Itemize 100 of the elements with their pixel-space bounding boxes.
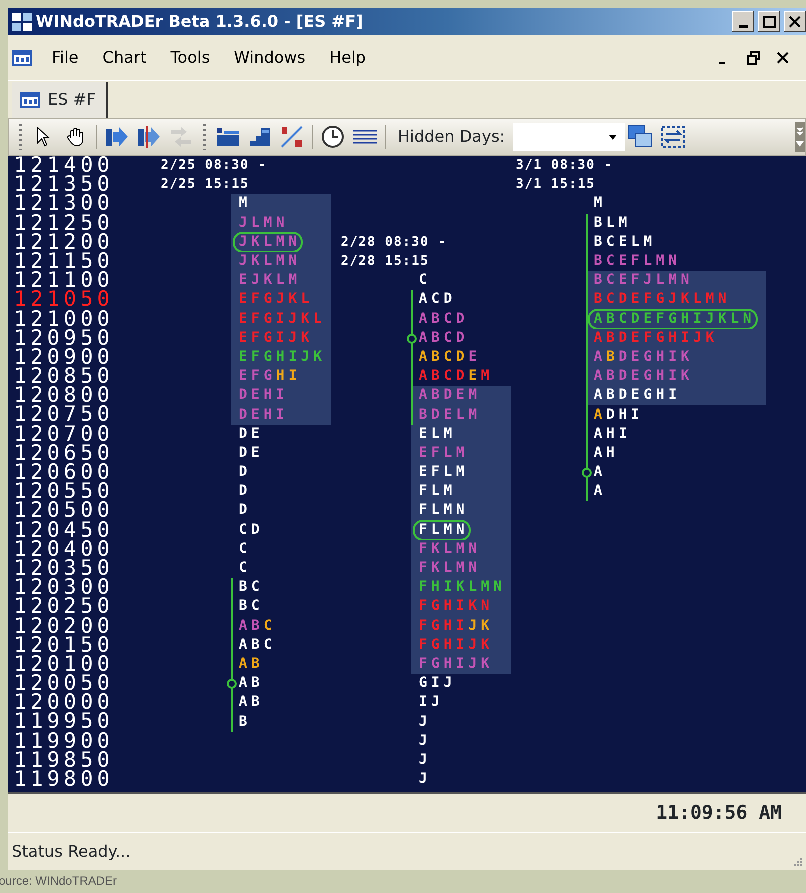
pointer-icon	[37, 127, 51, 147]
tpo-letters: ABCD	[419, 330, 469, 347]
tpo-letters: D	[239, 502, 252, 520]
price-label: 120750	[13, 405, 115, 425]
tpo-letters: IJ	[419, 694, 444, 712]
price-label: 120100	[13, 654, 115, 674]
steps-icon	[248, 127, 272, 147]
price-label: 120200	[13, 616, 115, 636]
menu-item[interactable]: Windows	[222, 46, 318, 70]
tpo-letters: FKLMN	[419, 540, 482, 558]
price-label: 120150	[13, 636, 115, 655]
tpo-letters: EFGIJKL	[239, 310, 326, 328]
price-label: 121350	[13, 175, 115, 194]
price-label: 120400	[13, 540, 115, 559]
session-time: 2/25 08:30 -	[160, 157, 268, 175]
price-label: 120650	[13, 444, 115, 463]
app-icon	[12, 12, 32, 30]
tpo-letters: FGHIJK	[419, 636, 494, 654]
menu-item[interactable]: File	[40, 46, 91, 70]
tpo-letters: AB	[239, 675, 264, 692]
tpo-letters: EFGHIJK	[239, 348, 326, 366]
resize-grip-icon[interactable]	[792, 856, 802, 866]
tpo-letters: A	[594, 464, 606, 482]
tpo-letters: AB C	[239, 618, 276, 635]
lines-icon	[352, 129, 378, 145]
tpo-letters: BCDEFGJKLMN	[594, 291, 731, 308]
session-time: 2/25 15:15	[160, 176, 250, 194]
tpo-letters: FGHIJK	[419, 656, 494, 673]
menu-item[interactable]: Help	[318, 46, 378, 70]
tpo-letters: EFLM	[419, 464, 469, 482]
overflow-icon[interactable]	[795, 122, 805, 152]
tpo-letters: J	[419, 732, 432, 750]
tpo-letters: C	[239, 540, 252, 558]
tpo-letters: EJKLM	[239, 272, 302, 290]
price-label: 121050	[13, 290, 115, 310]
price-label: 120000	[13, 693, 115, 712]
session-time: 3/1 08:30 -	[515, 157, 614, 175]
window-title: WINdoTRADEr Beta 1.3.6.0 - [ES #F]	[36, 10, 364, 32]
tpo-letters: EFGIJK	[239, 330, 314, 347]
session-time: 2/28 15:15	[340, 252, 430, 271]
tpo-letters: FLM	[419, 483, 456, 500]
tpo-letters: FGHIKN	[419, 598, 494, 616]
session-time: 2/28 08:30 -	[340, 234, 448, 252]
bar-arrow-icon	[105, 126, 129, 148]
tpo-letters: BC	[239, 598, 264, 616]
price-label: 120300	[13, 578, 115, 598]
price-label: 121150	[13, 252, 115, 272]
tpo-letters: FGHI JK	[419, 618, 494, 635]
tpo-letters: FHIKLMN	[419, 579, 506, 596]
tpo-letters: ELM	[419, 426, 456, 443]
price-label: 119800	[13, 770, 115, 790]
tpo-letters: B	[239, 714, 252, 731]
tpo-letters: FKLMN	[419, 560, 482, 578]
price-label: 120600	[13, 463, 115, 482]
tpo-letters: BLM	[594, 214, 632, 232]
tpo-letters: C	[239, 560, 252, 578]
tpo-letters: BDELM	[419, 406, 482, 424]
tpo-letters: AB	[239, 656, 264, 673]
restore-icon[interactable]	[746, 50, 760, 64]
tpo-letters: D	[239, 464, 252, 482]
close-button[interactable]	[784, 11, 806, 32]
minimize-button[interactable]	[732, 11, 754, 32]
tpo-letters: GIJ	[419, 675, 456, 692]
tpo-letters: J	[419, 752, 432, 769]
price-label: 120550	[13, 482, 115, 502]
price-label: 119950	[13, 712, 115, 732]
price-label: 120500	[13, 501, 115, 521]
menu-item[interactable]: Chart	[90, 46, 159, 70]
tpo-letters: BCEFJLMN	[594, 272, 694, 290]
tpo-letters: A B DEGHIK	[594, 348, 694, 366]
price-label: 121250	[13, 214, 115, 233]
tpo-letters: AH	[594, 444, 619, 462]
session-time: 3/1 15:15	[515, 176, 596, 194]
tpo-letters: ABDEGHI	[594, 387, 682, 404]
document-tab[interactable]: ES #F	[12, 82, 108, 118]
diagonal-line-icon	[280, 125, 304, 149]
tpo-letters: JKLMN	[239, 253, 302, 270]
price-label: 120350	[13, 558, 115, 578]
close-icon[interactable]	[776, 50, 790, 64]
tpo-letters: J	[419, 714, 432, 731]
tpo-letters: FLMN	[419, 502, 469, 520]
price-label: 121000	[13, 310, 115, 329]
tpo-letters: DE	[239, 426, 264, 443]
tpo-letters: ACD	[419, 291, 456, 308]
tpo-letters: DEHI	[239, 406, 289, 424]
maximize-button[interactable]	[758, 11, 780, 32]
price-label: 119850	[13, 750, 115, 770]
field-label: Hidden Days:	[398, 126, 506, 148]
tpo-letters: EFLM	[419, 444, 469, 462]
tpo-letters: ABCD E	[419, 348, 482, 366]
menu-item[interactable]: Tools	[158, 46, 222, 70]
tpo-letters: DEHI	[239, 387, 289, 404]
tpo-letters: A DHI	[594, 406, 644, 424]
tpo-letters: ABDEGHIK	[594, 368, 694, 386]
tpo-letters: D	[239, 483, 252, 500]
swap-arrows-icon	[169, 126, 193, 148]
tpo-letters: AHI	[594, 426, 632, 443]
tpo-letters: C	[419, 272, 432, 290]
price-label: 120850	[13, 367, 115, 386]
price-label: 120250	[13, 597, 115, 616]
